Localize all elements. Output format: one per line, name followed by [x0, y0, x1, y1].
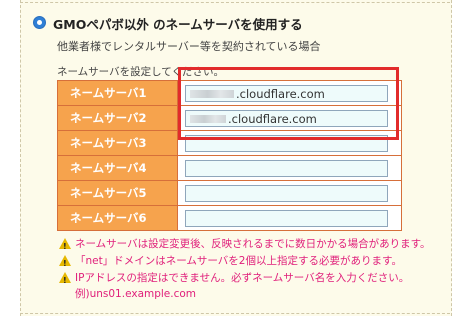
table-row: ネームサーバ6	[57, 205, 402, 231]
masked-text	[190, 115, 226, 123]
warning-item: ネームサーバは設定変更後、反映されるまでに数日かかる場合があります。	[59, 236, 431, 255]
warning-item: 「net」ドメインはネームサーバを2個以上指定する必要があります。	[59, 253, 431, 272]
nameserver-5-label: ネームサーバ5	[57, 180, 178, 206]
radio-other-nameserver[interactable]	[33, 16, 46, 29]
nameserver-1-label: ネームサーバ1	[57, 80, 178, 106]
warning-icon	[59, 272, 71, 289]
nameserver-4-input[interactable]	[185, 159, 388, 177]
masked-text	[190, 90, 234, 98]
warning-list: ネームサーバは設定変更後、反映されるまでに数日かかる場合があります。 「net」…	[59, 236, 431, 302]
nameserver-2-label: ネームサーバ2	[57, 105, 178, 131]
nameserver-4-label: ネームサーバ4	[57, 155, 178, 181]
table-row: ネームサーバ4	[57, 155, 402, 181]
nameserver-5-input[interactable]	[185, 184, 388, 202]
table-row: ネームサーバ1 .cloudflare.com	[57, 80, 402, 106]
nameserver-3-label: ネームサーバ3	[57, 130, 178, 156]
nameserver-2-input[interactable]: .cloudflare.com	[185, 109, 388, 127]
option-label[interactable]: GMOペパボ以外 のネームサーバを使用する	[53, 14, 303, 33]
nameserver-1-input[interactable]: .cloudflare.com	[185, 84, 388, 102]
table-row: ネームサーバ3	[57, 130, 402, 156]
example-text: 例)uns01.example.com	[75, 288, 197, 300]
table-row: ネームサーバ2 .cloudflare.com	[57, 105, 402, 131]
warning-icon	[59, 238, 71, 255]
option-subtext: 他業者様でレンタルサーバー等を契約されている場合	[57, 40, 321, 53]
table-row: ネームサーバ5	[57, 180, 402, 206]
nameserver-3-input[interactable]	[185, 134, 388, 152]
divider-top	[20, 2, 450, 3]
divider-bottom	[20, 313, 450, 314]
warning-item: IPアドレスの指定はできません。必ずネームサーバ名を入力ください。 例)uns0…	[59, 270, 431, 302]
nameserver-table: ネームサーバ1 .cloudflare.com ネームサーバ2 .cloudfl…	[57, 80, 402, 231]
instruction-text: ネームサーバを設定してください。	[57, 66, 224, 78]
nameserver-6-label: ネームサーバ6	[57, 205, 178, 231]
warning-icon	[59, 255, 71, 272]
nameserver-6-input[interactable]	[185, 209, 388, 227]
